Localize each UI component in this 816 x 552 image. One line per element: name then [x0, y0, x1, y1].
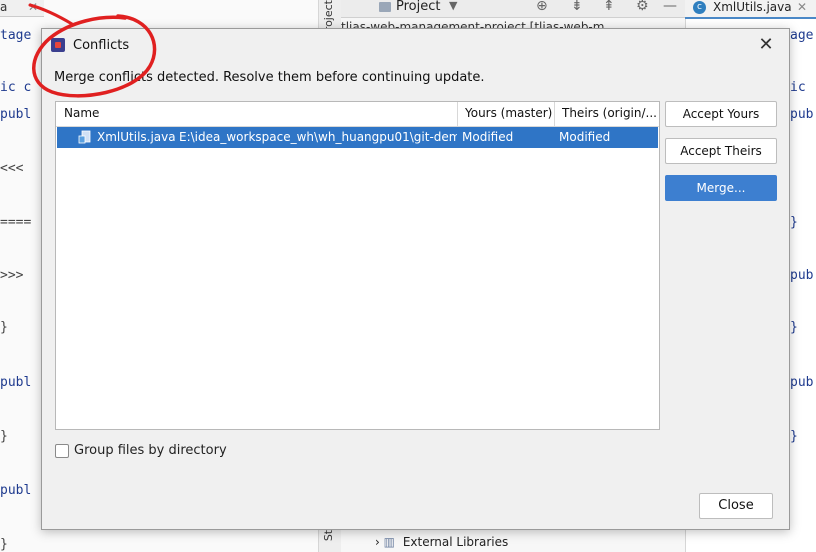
- close-button[interactable]: Close: [699, 493, 773, 519]
- gear-icon[interactable]: ⚙: [636, 0, 649, 14]
- modified-file-icon: [78, 130, 91, 144]
- editor-tab-label: XmlUtils.java: [713, 0, 792, 14]
- accept-theirs-button[interactable]: Accept Theirs: [665, 138, 777, 164]
- project-panel-title[interactable]: Project: [396, 0, 440, 14]
- code-line: <<<: [0, 161, 32, 176]
- column-header-theirs[interactable]: Theirs (origin/...: [562, 106, 658, 120]
- code-line: }: [790, 320, 798, 335]
- theirs-status: Modified: [559, 130, 611, 144]
- dialog-title-bar[interactable]: Conflicts ✕: [42, 29, 789, 61]
- file-name: XmlUtils.java: [97, 130, 176, 144]
- chevron-down-icon[interactable]: ▼: [449, 0, 457, 12]
- code-line: tage: [0, 28, 32, 43]
- code-line: ====: [0, 215, 32, 230]
- file-path: E:\idea_workspace_wh\wh_huangpu01\git-de…: [179, 130, 457, 144]
- code-line: }: [0, 429, 8, 444]
- java-class-icon: c: [693, 1, 706, 14]
- column-header-yours[interactable]: Yours (master): [465, 106, 555, 120]
- external-libraries-node[interactable]: › ▥ External Libraries: [375, 535, 508, 549]
- intellij-app-icon: [51, 38, 65, 52]
- collapse-all-icon[interactable]: ⇞: [603, 0, 615, 14]
- code-line: }: [0, 537, 8, 552]
- code-line: }: [0, 320, 8, 335]
- conflicts-dialog: Conflicts ✕ Merge conflicts detected. Re…: [41, 28, 790, 530]
- folder-icon: [379, 2, 391, 12]
- column-divider[interactable]: [554, 102, 555, 126]
- close-icon[interactable]: ✕: [28, 0, 38, 14]
- code-line: publ: [0, 107, 32, 122]
- yours-status: Modified: [462, 130, 514, 144]
- group-by-directory-checkbox[interactable]: [55, 444, 69, 458]
- table-row[interactable]: XmlUtils.java E:\idea_workspace_wh\wh_hu…: [57, 127, 658, 148]
- conflict-message: Merge conflicts detected. Resolve them b…: [54, 70, 485, 85]
- editor-tab-xmlutils[interactable]: c XmlUtils.java ✕: [685, 0, 816, 19]
- editor-tab-left[interactable]: a ✕: [0, 0, 44, 17]
- column-divider[interactable]: [457, 102, 458, 126]
- external-libraries-label: External Libraries: [402, 535, 509, 549]
- code-line: age: [790, 28, 814, 43]
- code-line: }: [790, 429, 798, 444]
- code-line: pub: [790, 268, 814, 283]
- column-header-name[interactable]: Name: [64, 106, 454, 120]
- group-by-directory-label[interactable]: Group files by directory: [74, 443, 227, 458]
- expand-all-icon[interactable]: ⇟: [571, 0, 583, 14]
- accept-yours-button[interactable]: Accept Yours: [665, 101, 777, 127]
- editor-tab-left-label: a: [0, 0, 8, 14]
- chevron-right-icon[interactable]: ›: [375, 535, 380, 549]
- target-icon[interactable]: ⊕: [536, 0, 548, 14]
- code-line: ic c: [0, 80, 32, 95]
- library-icon: ▥: [383, 535, 395, 549]
- conflicts-table: Name Yours (master) Theirs (origin/... X…: [55, 101, 660, 430]
- code-line: >>>: [0, 268, 32, 283]
- project-panel-header: Project ▼ ⊕ ⇟ ⇞ ⚙ —: [341, 0, 685, 18]
- dialog-title: Conflicts: [73, 38, 130, 53]
- table-header: Name Yours (master) Theirs (origin/...: [56, 102, 659, 127]
- close-icon[interactable]: ✕: [753, 34, 779, 56]
- merge-button[interactable]: Merge...: [665, 175, 777, 201]
- close-icon[interactable]: ✕: [797, 0, 807, 14]
- code-line: pub: [790, 375, 814, 390]
- minimize-icon[interactable]: —: [663, 0, 677, 14]
- code-line: publ: [0, 483, 32, 498]
- code-line: publ: [0, 375, 32, 390]
- code-line: pub: [790, 107, 814, 122]
- code-line: ic: [790, 80, 806, 95]
- code-line: }: [790, 215, 798, 230]
